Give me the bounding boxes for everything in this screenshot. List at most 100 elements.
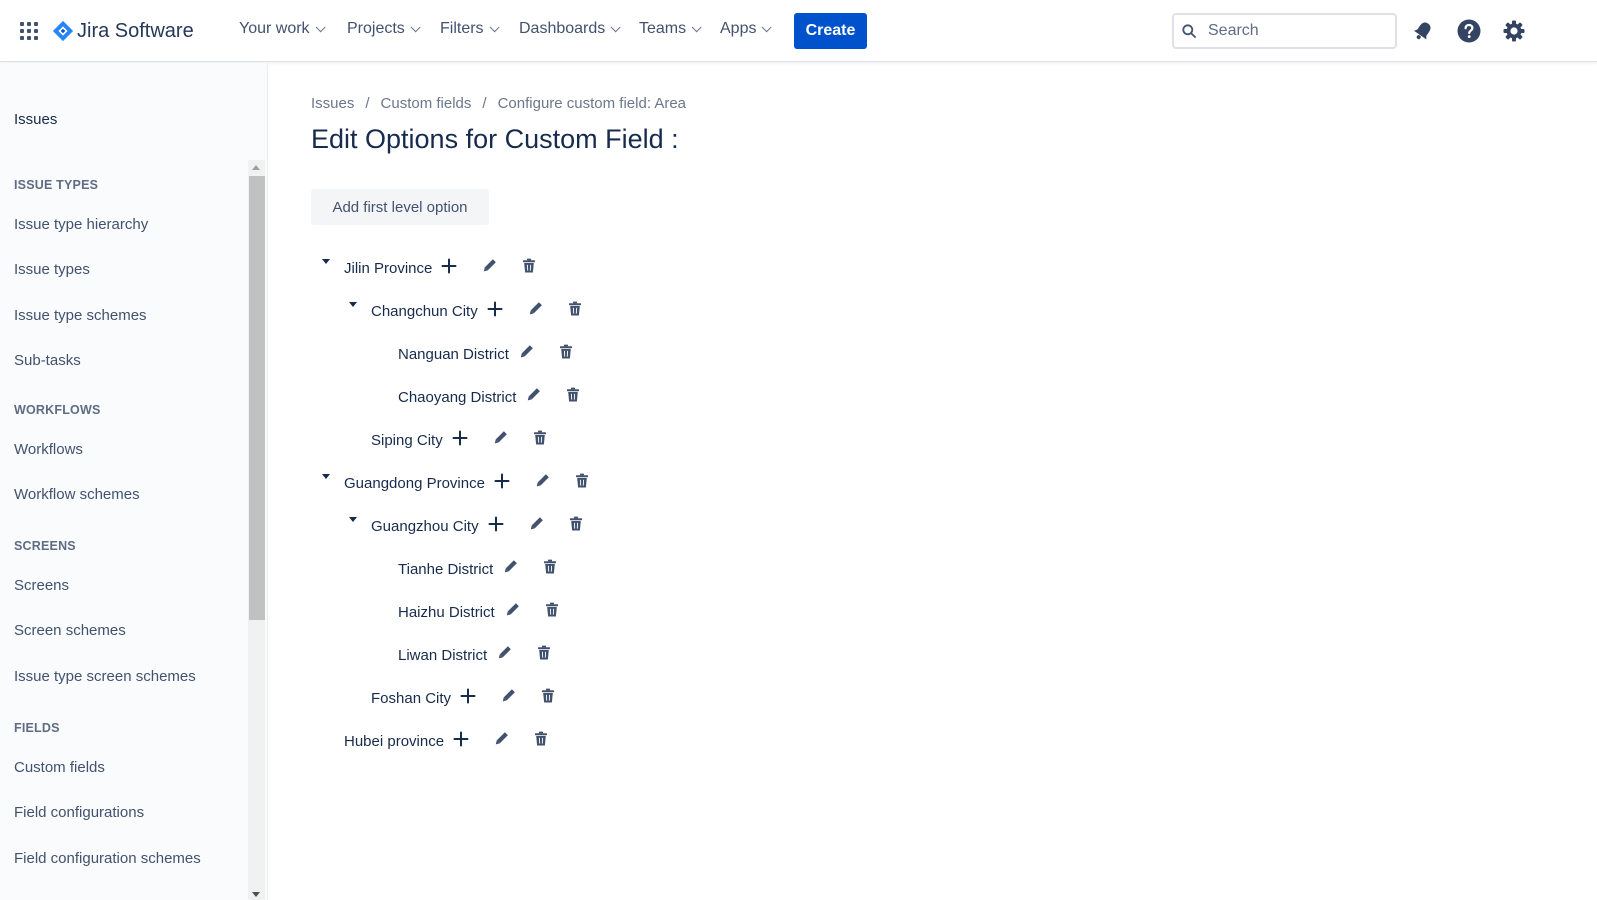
option-label: Haizhu District [398,603,495,621]
notification-bell-icon[interactable] [1410,18,1436,44]
nav-dashboards[interactable]: Dashboards [519,20,621,38]
jira-logo-icon [52,20,74,42]
jira-logo[interactable]: Jira Software [52,18,194,44]
sidebar-item-screens[interactable]: Screens [14,577,69,594]
collapse-caret-icon[interactable] [322,259,330,264]
pencil-icon[interactable] [503,601,521,619]
trash-icon[interactable] [564,386,582,404]
trash-icon[interactable] [531,429,549,447]
plus-icon[interactable] [451,429,469,447]
option-row: Haizhu District [376,600,561,624]
create-button[interactable]: Create [794,13,867,49]
plus-icon[interactable] [440,257,458,275]
plus-icon[interactable] [486,300,504,318]
nav-item-label: Your work [239,20,310,37]
option-label: Foshan City [371,689,452,707]
nav-teams[interactable]: Teams [639,20,702,38]
nav-item-label: Dashboards [519,20,606,37]
plus-icon[interactable] [452,730,470,748]
collapse-caret-icon[interactable] [322,474,330,479]
sidebar-item-issue-type-schemes[interactable]: Issue type schemes [14,307,147,324]
option-row: Guangdong Province [322,471,591,495]
pencil-icon[interactable] [533,472,551,490]
trash-icon[interactable] [543,601,561,619]
trash-icon[interactable] [541,558,559,576]
chevron-down-icon [762,21,773,32]
sidebar-section-heading: WORKFLOWS [14,403,101,417]
search-box[interactable] [1172,13,1397,49]
pencil-icon[interactable] [527,515,545,533]
help-icon[interactable] [1456,18,1482,44]
pencil-icon[interactable] [526,300,544,318]
sidebar-item-issue-type-screen-schemes[interactable]: Issue type screen schemes [14,668,196,685]
page-title: Edit Options for Custom Field : [311,124,679,154]
scroll-down-arrow[interactable] [252,892,260,897]
breadcrumb-item[interactable]: Issues [311,95,354,112]
pencil-icon[interactable] [492,730,510,748]
option-row: Changchun City [349,299,584,323]
top-navigation: Jira Software Your work Projects Filters Da… [0,0,1597,62]
nav-item-label: Teams [639,20,687,37]
search-icon [1182,24,1196,38]
plus-icon[interactable] [487,515,505,533]
sidebar-item-workflow-schemes[interactable]: Workflow schemes [14,486,140,503]
pencil-icon[interactable] [517,343,535,361]
breadcrumb-item[interactable]: Custom fields [381,95,472,112]
pencil-icon[interactable] [501,558,519,576]
sidebar-item-issue-type-hierarchy[interactable]: Issue type hierarchy [14,216,148,233]
sidebar-item-field-configurations[interactable]: Field configurations [14,804,144,821]
nav-projects[interactable]: Projects [347,20,421,38]
plus-icon[interactable] [459,687,477,705]
sidebar: Issues ISSUE TYPES Issue type hierarchy Is… [0,63,268,900]
trash-icon[interactable] [532,730,550,748]
option-label: Nanguan District [398,345,509,363]
option-label: Tianhe District [398,560,494,578]
nav-item-label: Projects [347,20,405,37]
breadcrumb-separator: / [365,95,370,112]
option-label: Guangzhou City [371,517,479,535]
trash-icon[interactable] [567,515,585,533]
collapse-caret-icon[interactable] [349,517,357,522]
sidebar-item-field-configuration-schemes[interactable]: Field configuration schemes [14,850,201,867]
nav-item-label: Filters [440,20,484,37]
trash-icon[interactable] [557,343,575,361]
search-input[interactable] [1208,21,1388,41]
chevron-down-icon [489,21,500,32]
sidebar-item-sub-tasks[interactable]: Sub-tasks [14,352,81,369]
breadcrumb-item[interactable]: Configure custom field: Area [498,95,686,112]
chevron-down-icon [610,21,621,32]
trash-icon[interactable] [573,472,591,490]
trash-icon[interactable] [535,644,553,662]
sidebar-title: Issues [14,111,58,128]
nav-your-work[interactable]: Your work [239,20,326,38]
option-row: Siping City [349,428,549,452]
nav-filters[interactable]: Filters [440,20,500,38]
scroll-up-arrow[interactable] [252,165,260,170]
option-row: Guangzhou City [349,514,585,538]
trash-icon[interactable] [566,300,584,318]
option-label: Guangdong Province [344,474,485,492]
sidebar-scrollbar-thumb[interactable] [249,176,265,620]
collapse-caret-icon[interactable] [349,302,357,307]
sidebar-section-heading: ISSUE TYPES [14,178,99,192]
trash-icon[interactable] [520,257,538,275]
option-label: Chaoyang District [398,388,517,406]
pencil-icon[interactable] [499,687,517,705]
app-switcher-icon[interactable] [20,22,38,40]
option-label: Jilin Province [344,259,433,277]
trash-icon[interactable] [539,687,557,705]
nav-item-label: Apps [720,20,757,37]
sidebar-item-screen-schemes[interactable]: Screen schemes [14,622,126,639]
sidebar-item-workflows[interactable]: Workflows [14,441,83,458]
pencil-icon[interactable] [480,257,498,275]
pencil-icon[interactable] [524,386,542,404]
pencil-icon[interactable] [491,429,509,447]
chevron-down-icon [691,21,702,32]
sidebar-item-custom-fields[interactable]: Custom fields [14,759,105,776]
gear-icon[interactable] [1501,18,1527,44]
nav-apps[interactable]: Apps [720,20,773,38]
pencil-icon[interactable] [495,644,513,662]
plus-icon[interactable] [493,472,511,490]
sidebar-item-issue-types[interactable]: Issue types [14,261,90,278]
add-first-level-option-button[interactable]: Add first level option [311,189,489,225]
